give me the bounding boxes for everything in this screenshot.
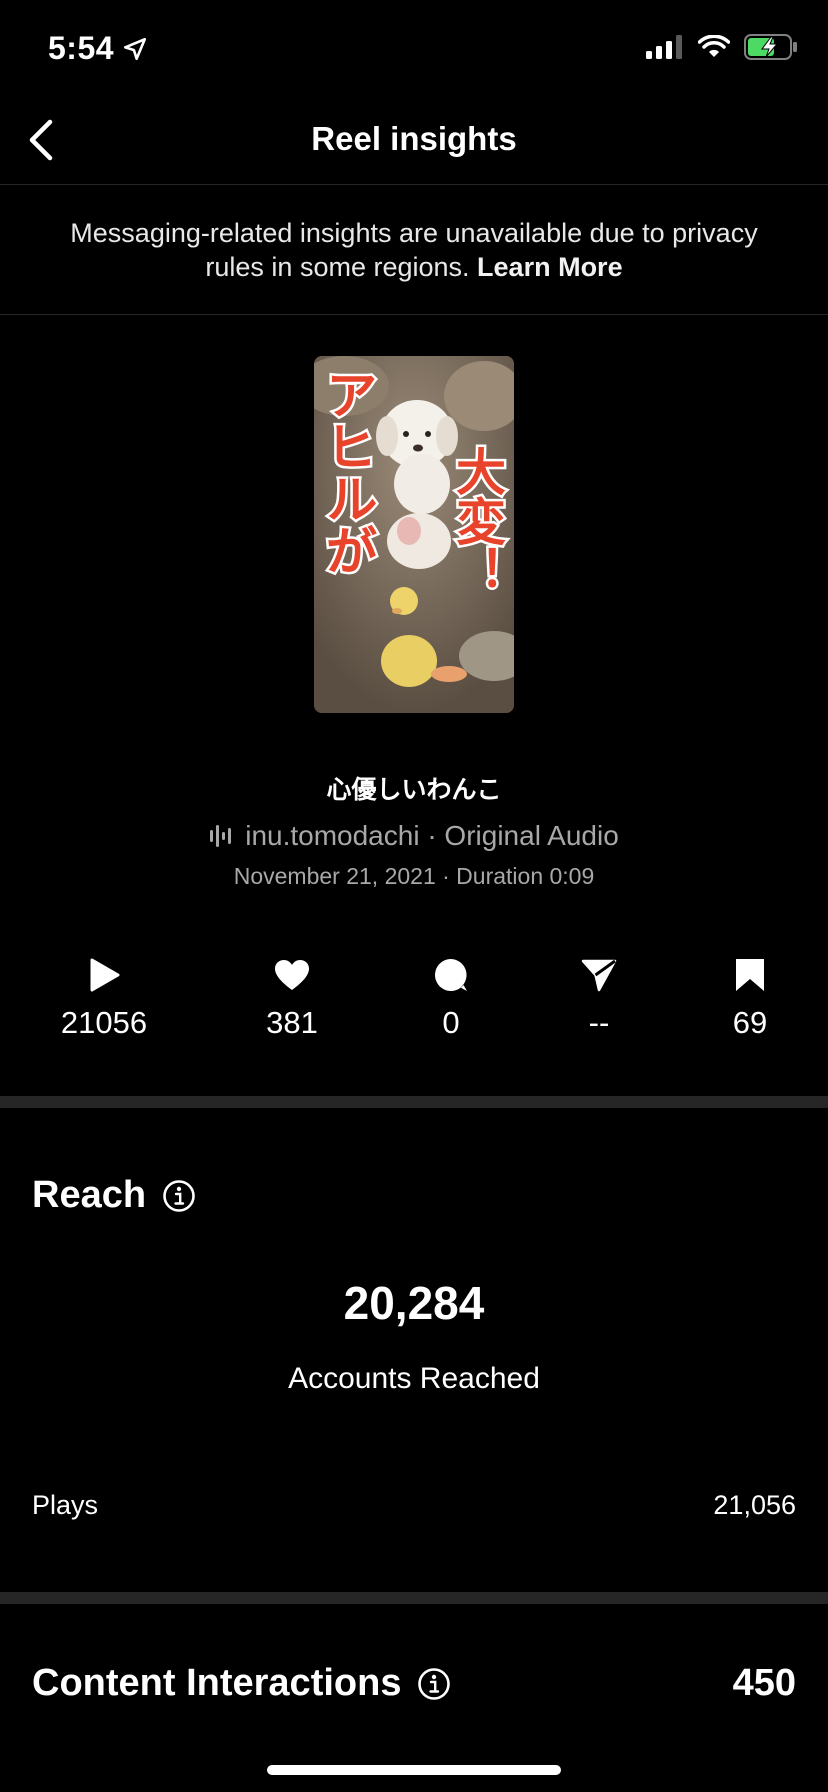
stat-shares-value: -- [588,1005,610,1040]
privacy-notice-text: Messaging-related insights are unavailab… [70,218,758,282]
status-indicators [646,34,798,60]
audio-info[interactable]: inu.tomodachi · Original Audio [0,820,828,852]
battery-charging-icon [744,34,797,60]
accounts-reached-label: Accounts Reached [288,1362,540,1395]
comment-icon [435,959,467,991]
stat-comments: 0 [381,955,521,1041]
reel-thumbnail-image: アヒルが 大変！ [314,356,514,713]
privacy-notice: Messaging-related insights are unavailab… [40,216,788,284]
cellular-signal-icon [646,35,682,59]
plays-label: Plays [32,1490,99,1520]
wifi-icon [698,35,730,57]
plays-value: 21,056 [713,1490,796,1520]
share-icon [581,959,617,992]
home-indicator[interactable] [267,1765,561,1775]
stat-likes-value: 381 [266,1005,318,1040]
bookmark-icon [736,959,764,991]
audio-info-text: inu.tomodachi · Original Audio [245,820,619,851]
thumbnail-text-right: 大変！ [448,446,506,596]
accounts-reached-value: 20,284 [343,1277,485,1329]
stat-saves: 69 [680,955,820,1041]
page-title: Reel insights [311,120,517,157]
location-arrow-icon [123,37,147,60]
heart-icon [275,960,309,990]
content-interactions-title: Content Interactions [32,1662,402,1704]
section-divider [0,1096,828,1108]
reach-section-title: Reach [32,1174,196,1217]
info-icon[interactable] [417,1667,451,1701]
info-icon[interactable] [162,1179,196,1213]
stat-shares: -- [529,955,669,1041]
content-interactions-title-row: Content Interactions [32,1662,451,1705]
reach-title: Reach [32,1174,147,1216]
content-interactions-value: 450 [732,1662,796,1704]
header-divider [0,184,828,185]
notice-divider [0,314,828,315]
stat-likes: 381 [222,955,362,1041]
audio-waveform-icon [210,825,232,847]
play-icon [90,958,120,992]
learn-more-link[interactable]: Learn More [477,252,623,282]
status-time-text: 5:54 [48,30,115,66]
stat-plays-value: 21056 [60,1005,148,1040]
stat-saves-value: 69 [732,1005,768,1040]
section-divider-2 [0,1592,828,1604]
reel-meta: November 21, 2021 · Duration 0:09 [233,863,595,889]
reel-thumbnail[interactable]: アヒルが 大変！ [314,356,514,713]
thumbnail-text-left: アヒルが [316,368,376,576]
stat-plays: 21056 [34,955,174,1041]
stat-comments-value: 0 [442,1005,460,1040]
reel-title: 心優しいわんこ [326,776,502,804]
status-time: 5:54 [48,30,148,67]
